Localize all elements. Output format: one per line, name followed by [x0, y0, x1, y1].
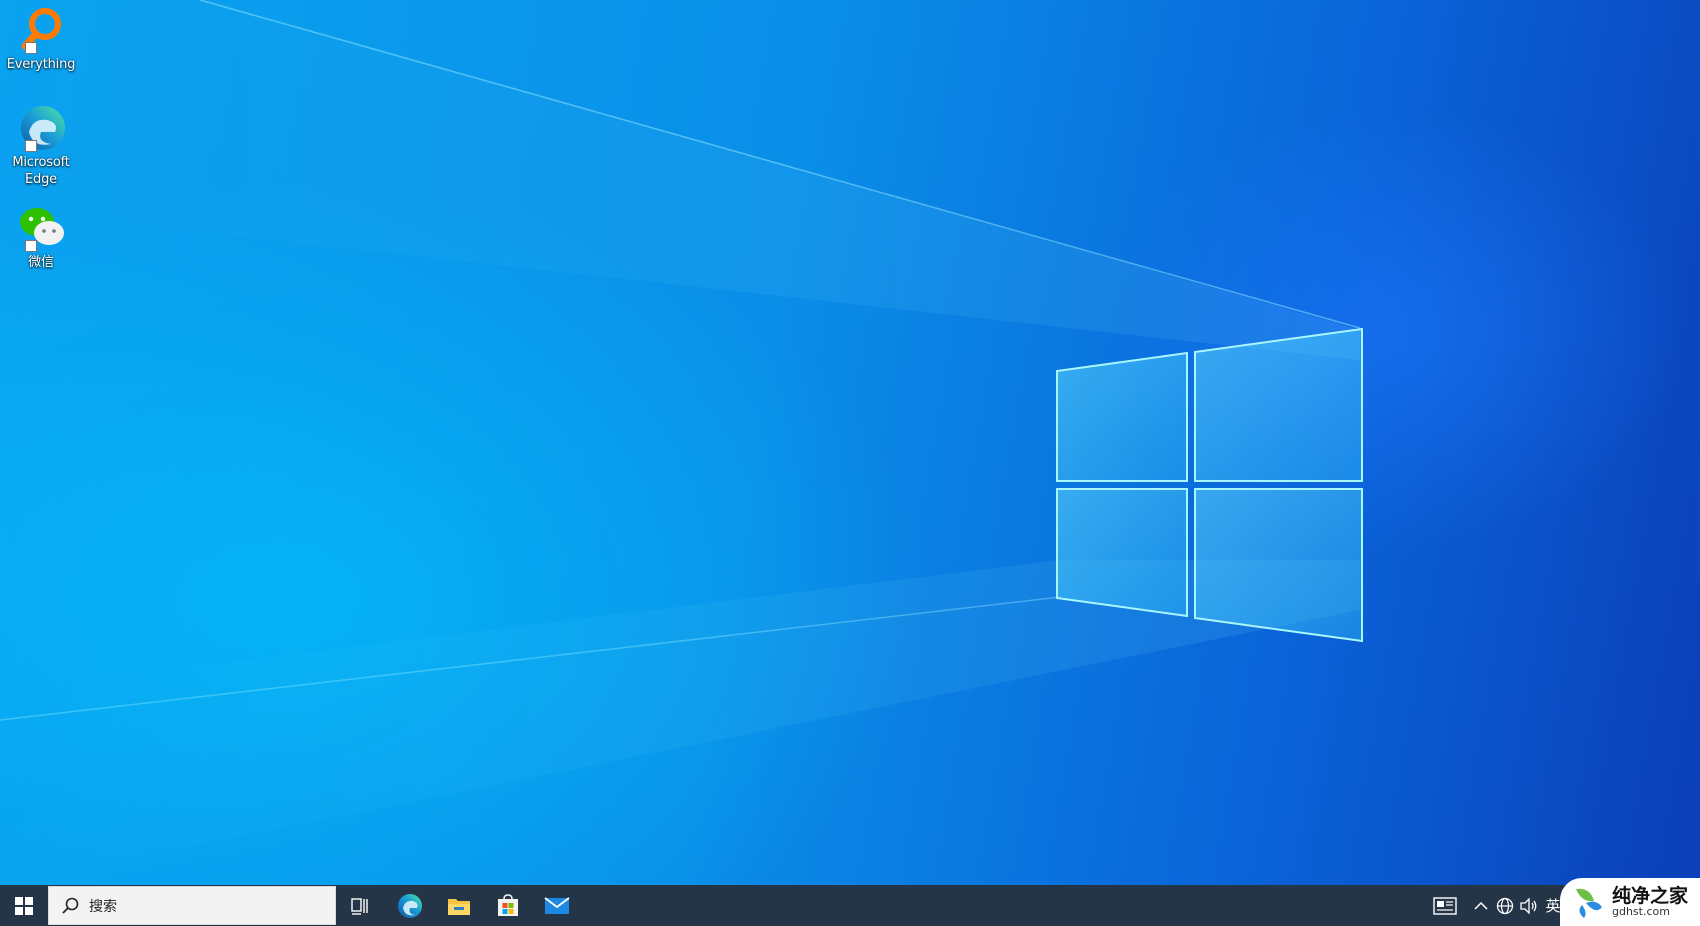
- search-icon: [62, 897, 79, 914]
- watermark-badge: 纯净之家 gdhst.com: [1560, 878, 1700, 926]
- shortcut-arrow-icon: [25, 240, 37, 252]
- task-view-button[interactable]: [336, 885, 385, 926]
- desktop-icon-label: Microsoft Edge: [12, 155, 70, 187]
- windows-logo-wallpaper: [0, 0, 1363, 885]
- desktop-icon-label: 微信: [28, 255, 54, 270]
- desktop-icon-wechat[interactable]: 微信: [4, 202, 78, 271]
- news-icon: [1433, 896, 1457, 915]
- mail-icon: [543, 896, 570, 914]
- desktop-icon-label: Everything: [6, 57, 76, 72]
- taskbar-file-explorer-button[interactable]: [434, 885, 483, 926]
- windows-start-icon: [15, 896, 33, 915]
- edge-icon: [15, 102, 67, 154]
- show-hidden-icons-button[interactable]: [1469, 885, 1493, 926]
- screen: Everything Microsoft Edge 微信 搜索 英 纯净之家 g…: [0, 0, 1700, 926]
- taskbar-store-button[interactable]: [483, 885, 532, 926]
- search-placeholder: 搜索: [89, 898, 117, 915]
- taskbar: 搜索 英: [0, 885, 1700, 926]
- network-button[interactable]: [1493, 885, 1517, 926]
- everything-search-icon: [15, 4, 67, 56]
- task-view-icon: [350, 897, 368, 915]
- watermark-logo-icon: [1576, 888, 1602, 918]
- watermark-title: 纯净之家: [1612, 885, 1689, 907]
- speaker-icon: [1520, 897, 1537, 914]
- taskbar-edge-button[interactable]: [385, 885, 434, 926]
- wechat-icon: [15, 202, 67, 254]
- chevron-up-icon: [1474, 901, 1488, 910]
- taskbar-search-box[interactable]: 搜索: [48, 886, 336, 925]
- taskbar-mail-button[interactable]: [532, 885, 581, 926]
- news-widget-button[interactable]: [1421, 885, 1469, 926]
- desktop-wallpaper: Everything Microsoft Edge 微信: [0, 0, 1700, 885]
- edge-icon: [397, 893, 422, 918]
- volume-button[interactable]: [1517, 885, 1541, 926]
- microsoft-store-icon: [497, 893, 518, 916]
- globe-network-icon: [1496, 897, 1514, 914]
- shortcut-arrow-icon: [25, 42, 37, 54]
- start-button[interactable]: [0, 885, 48, 926]
- desktop-icon-edge[interactable]: Microsoft Edge: [4, 102, 78, 188]
- ime-label: 英: [1545, 897, 1561, 915]
- shortcut-arrow-icon: [25, 140, 37, 152]
- desktop-icon-everything[interactable]: Everything: [4, 4, 78, 73]
- system-tray: 英: [1421, 885, 1565, 926]
- file-explorer-icon: [447, 898, 470, 915]
- watermark-subtitle: gdhst.com: [1612, 905, 1670, 918]
